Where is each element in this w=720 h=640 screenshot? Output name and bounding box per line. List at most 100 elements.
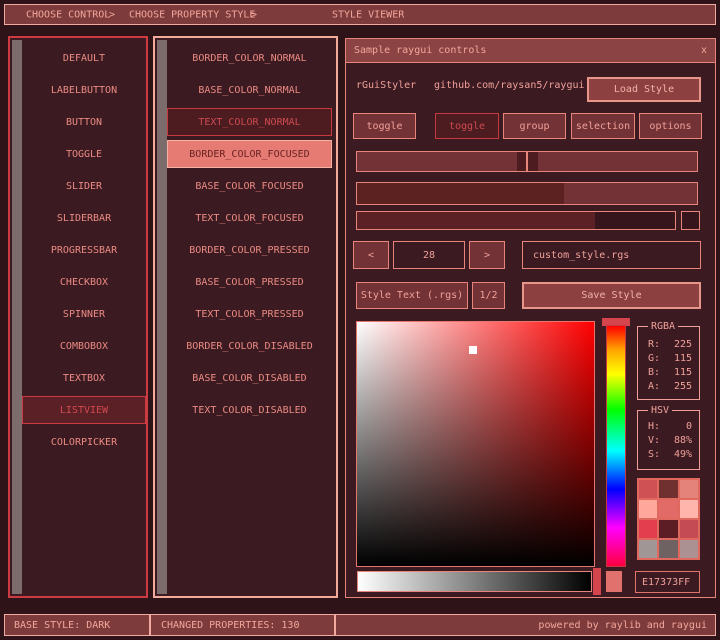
controls-list-item[interactable]: DEFAULT [22, 44, 146, 72]
palette-swatch[interactable] [639, 480, 657, 498]
color-picker[interactable] [356, 321, 595, 567]
controls-list-item[interactable]: SLIDERBAR [22, 204, 146, 232]
spinner-increment-button[interactable]: > [469, 241, 505, 269]
toggle-button[interactable]: toggle [353, 113, 416, 139]
group-row: H:0 [638, 419, 699, 433]
toggle-group-selection[interactable]: selection [571, 113, 635, 139]
palette-swatch[interactable] [639, 520, 657, 538]
chevron-right-icon: > [109, 9, 115, 20]
group-row: S:49% [638, 447, 699, 461]
close-icon[interactable]: x [701, 45, 707, 56]
toggle-group-toggle[interactable]: toggle [435, 113, 499, 139]
alpha-handle[interactable] [593, 568, 601, 595]
properties-list-item[interactable]: BASE_COLOR_FOCUSED [167, 172, 332, 200]
page-indicator-button[interactable]: 1/2 [472, 282, 505, 309]
rgba-group-title: RGBA [648, 321, 678, 332]
controls-list-item[interactable]: LISTVIEW [22, 396, 146, 424]
status-base-style: BASE STYLE: DARK [4, 614, 150, 636]
properties-list-item[interactable]: BASE_COLOR_PRESSED [167, 268, 332, 296]
status-credits: powered by raylib and raygui [335, 614, 716, 636]
palette-swatch[interactable] [680, 540, 698, 558]
status-credits-label: powered by raylib and raygui [538, 620, 707, 631]
sample-window: Sample raygui controls x rGuiStyler gith… [345, 38, 716, 598]
controls-list-item[interactable]: COMBOBOX [22, 332, 146, 360]
controls-list-item[interactable]: LABELBUTTON [22, 76, 146, 104]
properties-panel: BORDER_COLOR_NORMAL BASE_COLOR_NORMAL TEXT… [153, 36, 338, 598]
palette-swatch[interactable] [659, 540, 677, 558]
palette-swatch[interactable] [680, 500, 698, 518]
group-row: R:225 [638, 337, 699, 351]
palette-swatch[interactable] [659, 500, 677, 518]
controls-list-item[interactable]: BUTTON [22, 108, 146, 136]
palette-swatch[interactable] [680, 480, 698, 498]
hsv-group: HSV H:0V:88%S:49% [637, 410, 700, 470]
color-preview [606, 571, 622, 592]
controls-list-item[interactable]: PROGRESSBAR [22, 236, 146, 264]
controls-list-item[interactable]: SPINNER [22, 300, 146, 328]
status-changed-properties: CHANGED PROPERTIES: 130 [150, 614, 335, 636]
hsv-group-title: HSV [648, 405, 672, 416]
checkbox[interactable] [681, 211, 700, 230]
rgba-group: RGBA R:225G:115B:115A:255 [637, 326, 700, 400]
spinner-decrement-button[interactable]: < [353, 241, 389, 269]
screen: CHOOSE CONTROL > CHOOSE PROPERTY STYLE >… [0, 0, 720, 640]
controls-list-items: DEFAULT LABELBUTTON BUTTON TOGGLE SLIDER SLID… [22, 44, 146, 594]
properties-list-item[interactable]: BORDER_COLOR_FOCUSED [167, 140, 332, 168]
picker-marker[interactable] [469, 346, 477, 354]
value-bar-fill [357, 212, 595, 229]
top-bar-section-choose-control: CHOOSE CONTROL [26, 9, 110, 20]
status-changed-properties-label: CHANGED PROPERTIES: 130 [161, 620, 299, 631]
controls-scrollbar[interactable] [12, 40, 22, 594]
chevron-right-icon: > [251, 9, 257, 20]
toggle-group-options[interactable]: options [639, 113, 702, 139]
properties-list-item[interactable]: BASE_COLOR_NORMAL [167, 76, 332, 104]
properties-list-item[interactable]: BORDER_COLOR_DISABLED [167, 332, 332, 360]
palette-swatch[interactable] [659, 480, 677, 498]
group-row: V:88% [638, 433, 699, 447]
properties-list-item[interactable]: BORDER_COLOR_NORMAL [167, 44, 332, 72]
spinner-value[interactable]: 28 [393, 241, 465, 269]
load-style-button[interactable]: Load Style [587, 77, 701, 102]
progress-bar [356, 182, 698, 205]
slider-handle[interactable] [517, 152, 538, 171]
hsv-rows: H:0V:88%S:49% [638, 419, 699, 461]
properties-list-item[interactable]: TEXT_COLOR_DISABLED [167, 396, 332, 424]
controls-list-item[interactable]: CHECKBOX [22, 268, 146, 296]
controls-list-item[interactable]: COLORPICKER [22, 428, 146, 456]
properties-list-item[interactable]: BORDER_COLOR_PRESSED [167, 236, 332, 264]
properties-scrollbar[interactable] [157, 40, 167, 594]
repo-link[interactable]: github.com/raysan5/raygui [434, 80, 585, 91]
progress-fill [357, 183, 564, 204]
properties-list-item[interactable]: TEXT_COLOR_PRESSED [167, 300, 332, 328]
controls-panel: DEFAULT LABELBUTTON BUTTON TOGGLE SLIDER SLID… [8, 36, 148, 598]
controls-list-item[interactable]: TOGGLE [22, 140, 146, 168]
palette-grid[interactable] [637, 478, 700, 560]
palette-swatch[interactable] [639, 500, 657, 518]
alpha-bar[interactable] [357, 571, 592, 592]
palette-swatch[interactable] [659, 520, 677, 538]
hue-bar[interactable] [606, 325, 626, 567]
palette-swatch[interactable] [680, 520, 698, 538]
controls-list-item[interactable]: SLIDER [22, 172, 146, 200]
status-base-style-label: BASE STYLE: DARK [14, 620, 110, 631]
properties-list-item[interactable]: BASE_COLOR_DISABLED [167, 364, 332, 392]
group-row: A:255 [638, 379, 699, 393]
properties-list-item[interactable]: TEXT_COLOR_NORMAL [167, 108, 332, 136]
properties-list-item[interactable]: TEXT_COLOR_FOCUSED [167, 204, 332, 232]
group-row: G:115 [638, 351, 699, 365]
style-text-button[interactable]: Style Text (.rgs) [356, 282, 468, 309]
palette-swatch[interactable] [639, 540, 657, 558]
controls-list-item[interactable]: TEXTBOX [22, 364, 146, 392]
rgba-rows: R:225G:115B:115A:255 [638, 337, 699, 393]
value-bar[interactable] [356, 211, 676, 230]
filename-input[interactable]: custom_style.rgs [522, 241, 701, 269]
window-title: Sample raygui controls [354, 45, 486, 56]
window-title-bar[interactable]: Sample raygui controls x [346, 39, 715, 63]
save-style-button[interactable]: Save Style [522, 282, 701, 309]
top-bar: CHOOSE CONTROL > CHOOSE PROPERTY STYLE >… [4, 4, 716, 25]
top-bar-section-style-viewer: STYLE VIEWER [332, 9, 404, 20]
slider[interactable] [356, 151, 698, 172]
hex-input[interactable]: E17373FF [635, 571, 700, 593]
properties-list-items: BORDER_COLOR_NORMAL BASE_COLOR_NORMAL TEXT… [167, 44, 332, 594]
toggle-group-group[interactable]: group [503, 113, 566, 139]
